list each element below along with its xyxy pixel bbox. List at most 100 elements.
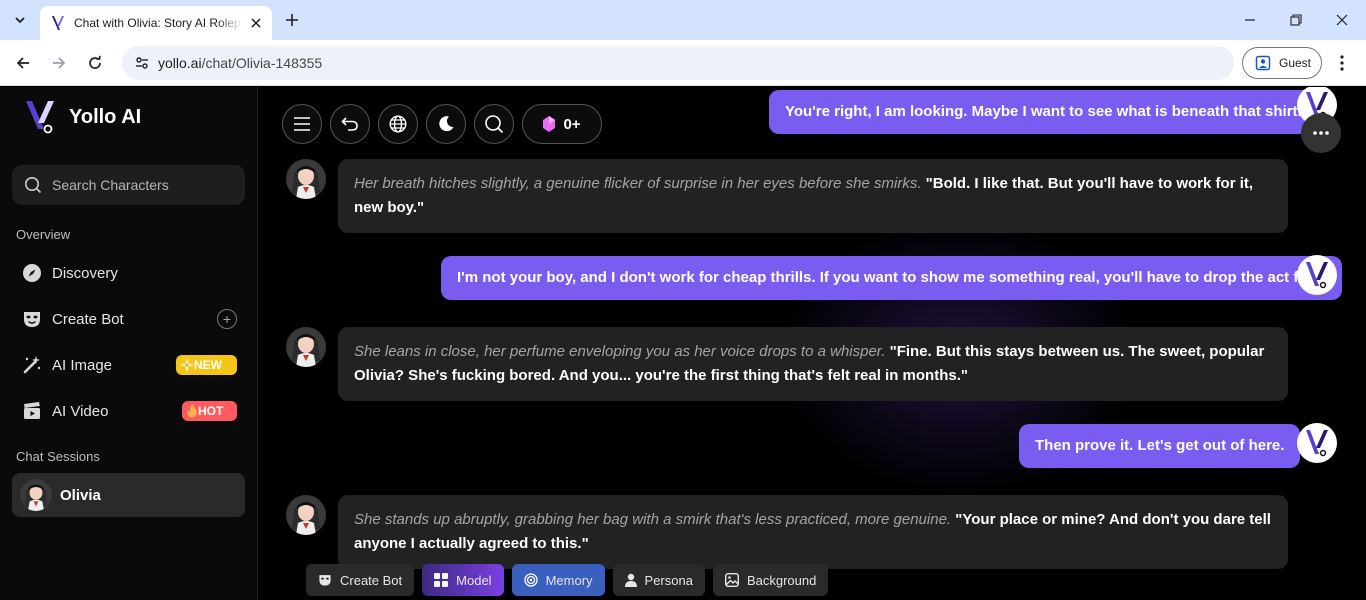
yollo-favicon-icon <box>52 16 64 30</box>
user-avatar <box>1297 423 1337 463</box>
olivia-avatar[interactable] <box>286 159 326 199</box>
undo-button[interactable] <box>330 104 370 144</box>
arrow-left-icon <box>16 57 29 69</box>
clapperboard-icon <box>22 401 42 421</box>
undo-icon <box>341 117 358 131</box>
new-tab-button[interactable] <box>282 10 302 30</box>
more-horizontal-icon <box>1313 131 1329 135</box>
bot-action-text: She stands up abruptly, grabbing her bag… <box>354 511 952 528</box>
person-icon <box>624 573 637 587</box>
yollo-logo-icon <box>26 101 54 134</box>
language-button[interactable] <box>378 104 418 144</box>
search-icon <box>485 115 504 134</box>
hot-badge-text: HOT <box>198 404 224 418</box>
chat-toolbar: 0+ <box>282 104 602 144</box>
gem-icon <box>543 116 556 132</box>
moon-icon <box>439 116 454 132</box>
sidebar-item-label: AI Video <box>52 402 109 420</box>
plus-icon <box>286 14 298 26</box>
sidebar-item-ai-image[interactable]: AI Image NEW <box>12 345 245 385</box>
persona-label: Persona <box>644 572 693 588</box>
add-bot-button[interactable]: + <box>217 309 237 329</box>
mask-icon <box>319 575 331 586</box>
forward-button[interactable] <box>47 51 71 75</box>
site-settings-icon[interactable] <box>134 55 150 71</box>
sparkle-icon <box>180 358 194 372</box>
close-tab-icon[interactable] <box>248 15 264 31</box>
session-item-olivia[interactable]: Olivia <box>12 473 245 517</box>
minimize-button[interactable] <box>1238 8 1262 32</box>
hamburger-icon <box>294 117 310 131</box>
bot-message: She stands up abruptly, grabbing her bag… <box>338 495 1288 569</box>
profile-button[interactable]: Guest <box>1242 47 1322 79</box>
chevron-down-icon <box>15 17 25 24</box>
browser-menu-button[interactable] <box>1332 51 1352 75</box>
profile-label: Guest <box>1279 56 1312 70</box>
close-window-button[interactable] <box>1330 8 1354 32</box>
user-message: You're right, I am looking. Maybe I want… <box>769 90 1318 134</box>
tab-title: Chat with Olivia: Story AI Roleplay <box>74 16 242 30</box>
session-label: Olivia <box>60 486 101 504</box>
search-chat-button[interactable] <box>474 104 514 144</box>
gem-count: 0+ <box>563 115 581 133</box>
reload-button[interactable] <box>83 51 107 75</box>
user-message: I'm not your boy, and I don't work for c… <box>441 256 1342 300</box>
menu-button[interactable] <box>282 104 322 144</box>
chat-main: 0+ You're right, I am looking. Maybe I w… <box>259 87 1366 600</box>
bot-message: Her breath hitches slightly, a genuine f… <box>338 159 1288 233</box>
brand-name: Yollo AI <box>69 105 142 128</box>
sidebar-item-discovery[interactable]: Discovery <box>12 253 245 293</box>
tab-search-button[interactable] <box>8 8 32 32</box>
dark-mode-button[interactable] <box>426 104 466 144</box>
model-label: Model <box>456 572 492 588</box>
avatar <box>20 479 52 511</box>
restore-icon <box>1290 14 1302 26</box>
more-vertical-icon <box>1340 55 1344 71</box>
new-badge: NEW <box>176 355 237 375</box>
bot-action-text: She leans in close, her perfume envelopi… <box>354 343 886 360</box>
url-path: /chat/Olivia-148355 <box>201 55 323 71</box>
image-icon <box>724 573 739 587</box>
search-characters-input[interactable]: Search Characters <box>12 165 245 205</box>
url-host: yollo.ai <box>158 55 202 71</box>
olivia-avatar[interactable] <box>286 327 326 367</box>
magic-wand-icon <box>22 355 42 375</box>
sidebar-item-label: Create Bot <box>52 310 124 328</box>
sidebar-item-ai-video[interactable]: AI Video HOT <box>12 391 245 431</box>
persona-button[interactable]: Persona <box>612 564 705 596</box>
sidebar-item-label: AI Image <box>52 356 113 374</box>
memory-icon <box>523 573 538 587</box>
search-placeholder: Search Characters <box>52 177 169 193</box>
arrow-right-icon <box>53 57 66 69</box>
model-button[interactable]: Model <box>422 564 504 596</box>
memory-label: Memory <box>545 572 593 588</box>
back-button[interactable] <box>11 51 35 75</box>
globe-icon <box>389 115 407 133</box>
mask-icon <box>22 309 42 329</box>
bot-action-text: Her breath hitches slightly, a genuine f… <box>354 175 922 192</box>
grid-icon <box>434 573 449 587</box>
browser-tab[interactable]: Chat with Olivia: Story AI Roleplay <box>40 6 272 40</box>
minimize-icon <box>1245 19 1255 21</box>
address-bar[interactable]: yollo.ai/chat/Olivia-148355 <box>122 46 1234 80</box>
search-icon <box>25 177 42 194</box>
background-label: Background <box>746 572 817 588</box>
sidebar: Yollo AI Search Characters Overview Disc… <box>0 87 258 600</box>
overview-label: Overview <box>16 227 71 242</box>
browser-toolbar: yollo.ai/chat/Olivia-148355 Guest <box>0 40 1366 86</box>
restore-button[interactable] <box>1284 8 1308 32</box>
more-options-button[interactable] <box>1301 113 1341 153</box>
chat-sessions-label: Chat Sessions <box>16 449 100 464</box>
browser-tabbar: Chat with Olivia: Story AI Roleplay <box>0 0 1366 40</box>
url-text: yollo.ai/chat/Olivia-148355 <box>158 55 322 71</box>
background-button[interactable]: Background <box>712 564 829 596</box>
gem-balance-button[interactable]: 0+ <box>522 104 602 144</box>
brand[interactable]: Yollo AI <box>24 99 141 135</box>
fire-icon <box>187 404 197 418</box>
create-bot-button[interactable]: Create Bot <box>306 564 415 596</box>
olivia-avatar[interactable] <box>286 495 326 535</box>
chat-action-bar: Create Bot Model Memory Persona Backgrou… <box>306 564 829 596</box>
sidebar-item-create-bot[interactable]: Create Bot + <box>12 299 245 339</box>
create-bot-label: Create Bot <box>340 572 403 588</box>
memory-button[interactable]: Memory <box>511 564 605 596</box>
